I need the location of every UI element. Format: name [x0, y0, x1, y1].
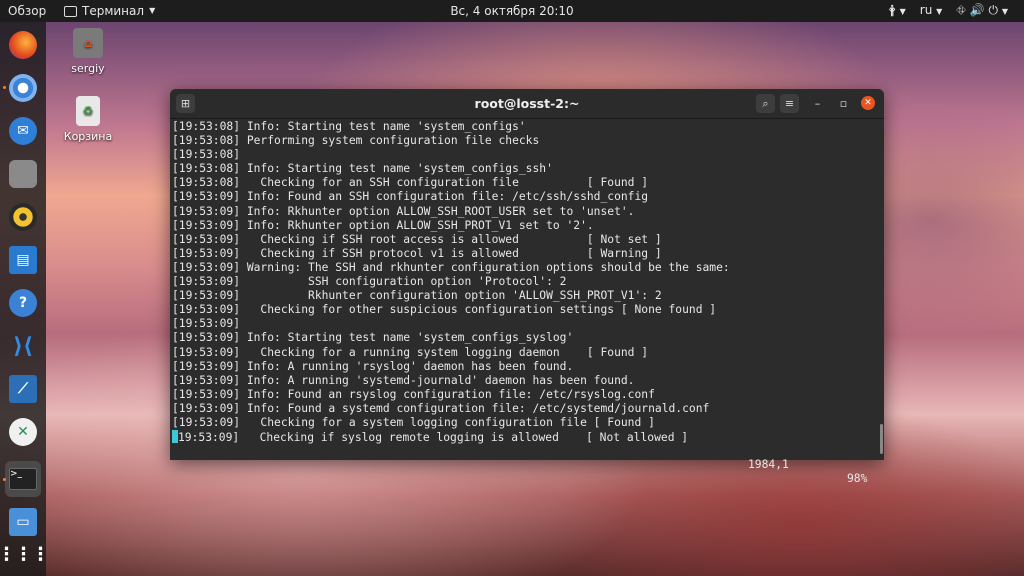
- terminal-window: root@losst-2:~ ⊞ ⌕ ≡ – ▫ ✕ [19:53:08] In…: [170, 89, 884, 485]
- terminal-line: [19:53:09] Checking for a running system…: [172, 345, 649, 359]
- new-tab-button[interactable]: ⊞: [176, 94, 195, 113]
- terminal-line: [19:53:09] Checking for a system logging…: [172, 415, 655, 429]
- files-icon[interactable]: [9, 160, 37, 188]
- dock: ✉ ▤ ? ⟩⟨ ⟋ ✕ >_ ▭ ⋮⋮⋮: [0, 22, 50, 576]
- terminal-line-current: 19:53:09] Checking if syslog remote logg…: [172, 430, 872, 444]
- home-folder-label: sergiy: [71, 62, 105, 75]
- terminal-glyph: >_: [9, 468, 37, 490]
- chevron-down-icon: ▼: [149, 6, 156, 15]
- accessibility-menu[interactable]: 🛉 ▼: [889, 0, 906, 23]
- screenshot-icon[interactable]: ▭: [9, 508, 37, 536]
- chevron-down-icon: ▼: [899, 7, 906, 16]
- terminal-line: [19:53:09] Info: Starting test name 'sys…: [172, 331, 574, 345]
- minimize-icon: –: [814, 97, 821, 110]
- terminal-line: [19:53:08] Info: Starting test name 'sys…: [172, 162, 553, 176]
- system-menu[interactable]: ⛗ 🔊 ⏻ ▼: [956, 0, 1008, 23]
- terminal-line: [19:53:09] Info: Rkhunter option ALLOW_S…: [172, 218, 594, 232]
- terminal-line: [19:53:09]: [172, 317, 241, 331]
- terminal-header-bar[interactable]: root@losst-2:~ ⊞ ⌕ ≡ – ▫ ✕: [170, 89, 884, 119]
- terminal-line: [19:53:09] Info: A running 'rsyslog' dae…: [172, 359, 574, 373]
- running-indicator: [3, 86, 6, 89]
- terminal-line: [19:53:08] Info: Starting test name 'sys…: [172, 120, 526, 133]
- help-icon[interactable]: ?: [9, 289, 37, 317]
- vscode-icon[interactable]: ⟩⟨: [9, 332, 37, 360]
- thunderbird-icon[interactable]: ✉: [9, 117, 37, 145]
- hamburger-icon: ≡: [784, 97, 795, 110]
- terminal-title: root@losst-2:~: [474, 96, 580, 111]
- desktop-trash[interactable]: ♻ Корзина: [58, 96, 118, 143]
- rhythmbox-icon[interactable]: [9, 203, 37, 231]
- writer-icon[interactable]: ▤: [9, 246, 37, 274]
- system-tray: 🛉 ▼ ru ▼ ⛗ 🔊 ⏻ ▼: [889, 0, 1008, 22]
- terminal-lines: [19:53:08] Info: Starting test name 'sys…: [172, 120, 872, 444]
- terminal-line: [19:53:08]: [172, 148, 241, 162]
- maximize-icon: ▫: [839, 97, 848, 110]
- terminal-icon[interactable]: >_: [5, 461, 41, 497]
- terminal-line: [19:53:09] Info: Found an SSH configurat…: [172, 190, 649, 204]
- trash-icon: ♻: [76, 96, 100, 126]
- menu-button[interactable]: ≡: [780, 94, 799, 113]
- language-label: ru: [919, 3, 933, 17]
- chevron-down-icon: ▼: [936, 7, 943, 16]
- maximize-button[interactable]: ▫: [834, 94, 853, 113]
- terminal-app-icon: [64, 5, 77, 17]
- terminal-line: [19:53:09] Info: Rkhunter option ALLOW_S…: [172, 204, 635, 218]
- scrollbar-thumb[interactable]: [880, 424, 883, 454]
- terminal-line: [19:53:08] Performing system configurati…: [172, 134, 540, 148]
- accessibility-icon: 🛉: [888, 3, 896, 17]
- search-button[interactable]: ⌕: [756, 94, 775, 113]
- language-menu[interactable]: ru ▼: [920, 0, 943, 23]
- terminal-line: [19:53:08] Checking for an SSH configura…: [172, 176, 649, 190]
- top-bar: Вс, 4 октября 20:10 Обзор Терминал ▼ 🛉 ▼…: [0, 0, 1024, 22]
- terminal-line: [19:53:09] Checking for other suspicious…: [172, 303, 717, 317]
- power-icon: ⏻: [988, 3, 999, 17]
- firefox-icon[interactable]: [9, 31, 37, 59]
- terminal-line: [19:53:09] Checking if SSH root access i…: [172, 232, 662, 246]
- terminal-line: [19:53:09] Checking if SSH protocol v1 i…: [172, 246, 662, 260]
- terminal-output[interactable]: [19:53:08] Info: Starting test name 'sys…: [170, 119, 878, 485]
- app-menu-label: Терминал: [82, 4, 145, 18]
- network-icon: ⛗: [956, 3, 966, 17]
- terminal-line-text: 19:53:09] Checking if syslog remote logg…: [178, 431, 689, 445]
- volume-icon: 🔊: [969, 3, 985, 17]
- app-grid-icon[interactable]: ⋮⋮⋮: [0, 540, 50, 568]
- home-folder-icon: ⌂: [73, 28, 103, 58]
- new-tab-icon: ⊞: [180, 97, 191, 110]
- running-indicator: [3, 478, 6, 481]
- close-icon: ✕: [864, 98, 872, 108]
- network-icon[interactable]: ✕: [9, 418, 37, 446]
- minimize-button[interactable]: –: [808, 94, 827, 113]
- system-monitor-icon[interactable]: ⟋: [9, 375, 37, 403]
- desktop-home-folder[interactable]: ⌂ sergiy: [58, 28, 118, 75]
- chevron-down-icon: ▼: [1001, 7, 1008, 16]
- chromium-icon[interactable]: [9, 74, 37, 102]
- scrollbar[interactable]: [878, 119, 884, 460]
- close-button[interactable]: ✕: [861, 96, 875, 110]
- trash-label: Корзина: [63, 130, 113, 143]
- terminal-line: [19:53:09] Warning: The SSH and rkhunter…: [172, 260, 730, 274]
- terminal-status-line: 1984,1 98%: [170, 444, 870, 485]
- cursor-position: 1984,1: [748, 458, 789, 471]
- terminal-line: [19:53:09] Rkhunter configuration option…: [172, 289, 662, 303]
- search-icon: ⌕: [762, 97, 769, 110]
- terminal-line: [19:53:09] Info: A running 'systemd-jour…: [172, 373, 635, 387]
- terminal-line: [19:53:09] Info: Found a systemd configu…: [172, 401, 710, 415]
- app-menu[interactable]: Терминал ▼: [64, 0, 155, 22]
- scroll-percent: 98%: [847, 472, 868, 485]
- terminal-line: [19:53:09] Info: Found an rsyslog config…: [172, 387, 655, 401]
- activities-button[interactable]: Обзор: [8, 0, 46, 22]
- terminal-line: [19:53:09] SSH configuration option 'Pro…: [172, 275, 567, 289]
